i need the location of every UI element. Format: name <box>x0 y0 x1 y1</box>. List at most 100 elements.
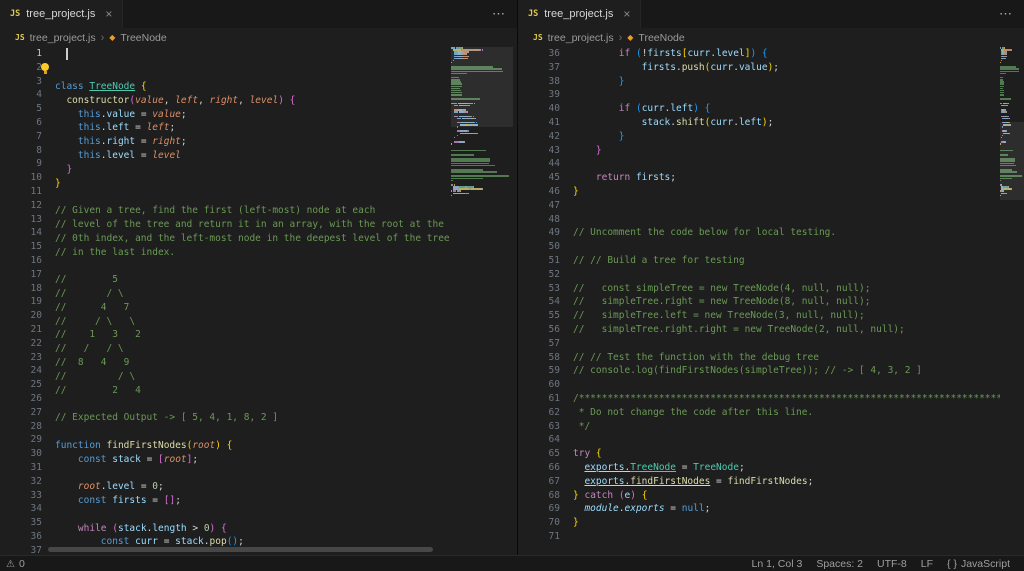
code-line[interactable]: function findFirstNodes(root) { <box>55 439 517 453</box>
code-line[interactable]: // Uncomment the code below for local te… <box>573 226 1024 240</box>
line-number[interactable]: 33 <box>0 489 42 503</box>
indentation-indicator[interactable]: Spaces: 2 <box>816 558 863 570</box>
breadcrumb-symbol[interactable]: TreeNode <box>120 32 166 44</box>
line-number[interactable]: 40 <box>518 102 560 116</box>
code-line[interactable]: firsts.push(curr.value); <box>573 61 1024 75</box>
code-line[interactable]: // / \ <box>55 370 517 384</box>
code-line[interactable] <box>55 425 517 439</box>
line-number[interactable]: 11 <box>0 185 42 199</box>
line-number[interactable]: 28 <box>0 420 42 434</box>
line-number[interactable]: 16 <box>0 254 42 268</box>
breadcrumb-file[interactable]: tree_project.js <box>548 32 614 44</box>
line-number[interactable]: 32 <box>0 475 42 489</box>
line-number[interactable]: 18 <box>0 282 42 296</box>
line-number[interactable]: 30 <box>0 447 42 461</box>
line-number[interactable]: 13 <box>0 213 42 227</box>
tab-tree-project-js[interactable]: JS tree_project.js × <box>518 0 642 28</box>
line-number[interactable]: 67 <box>518 475 560 489</box>
line-number[interactable]: 19 <box>0 295 42 309</box>
code-line[interactable]: } <box>573 516 1024 530</box>
line-number[interactable]: 54 <box>518 295 560 309</box>
code-line[interactable]: return firsts; <box>573 171 1024 185</box>
line-number[interactable]: 38 <box>518 75 560 89</box>
line-number[interactable]: 60 <box>518 378 560 392</box>
line-number[interactable]: 65 <box>518 447 560 461</box>
cursor-position-indicator[interactable]: Ln 1, Col 3 <box>752 558 803 570</box>
line-number[interactable]: 42 <box>518 130 560 144</box>
line-number[interactable]: 2 <box>0 61 42 75</box>
minimap[interactable] <box>451 47 513 555</box>
line-number[interactable]: 41 <box>518 116 560 130</box>
code-line[interactable]: // 8 4 9 <box>55 356 517 370</box>
code-editor[interactable]: 1 2 3 4 5 6 7 8 9 10 11 12 13 14 15 16 17 18 19 20 21 22 23 24 2… <box>0 47 517 555</box>
line-number[interactable]: 8 <box>0 144 42 158</box>
code-action-lightbulb-icon[interactable] <box>41 63 49 74</box>
line-number[interactable]: 51 <box>518 254 560 268</box>
code-line[interactable]: * Do not change the code after this line… <box>573 406 1024 420</box>
line-number[interactable]: 23 <box>0 351 42 365</box>
code-line[interactable]: module.exports = null; <box>573 502 1024 516</box>
line-number[interactable]: 31 <box>0 461 42 475</box>
code-line[interactable]: while (stack.length > 0) { <box>55 522 517 536</box>
code-line[interactable]: const stack = [root]; <box>55 453 517 467</box>
minimap-viewport[interactable] <box>1000 122 1024 200</box>
code-line[interactable]: class TreeNode { <box>55 80 517 94</box>
line-number[interactable]: 44 <box>518 157 560 171</box>
code-line[interactable]: // // Test the function with the debug t… <box>573 351 1024 365</box>
line-number[interactable]: 10 <box>0 171 42 185</box>
code-line[interactable] <box>573 268 1024 282</box>
line-number[interactable]: 39 <box>518 88 560 102</box>
line-number[interactable]: 3 <box>0 75 42 89</box>
code-line[interactable] <box>55 190 517 204</box>
encoding-indicator[interactable]: UTF-8 <box>877 558 907 570</box>
line-number[interactable]: 49 <box>518 226 560 240</box>
code-line[interactable]: // simpleTree.right = new TreeNode(8, nu… <box>573 295 1024 309</box>
line-number[interactable]: 25 <box>0 378 42 392</box>
code-line[interactable]: } <box>573 130 1024 144</box>
language-mode-indicator[interactable]: { } JavaScript <box>947 558 1010 570</box>
code-line[interactable] <box>55 397 517 411</box>
code-line[interactable]: // in the last index. <box>55 246 517 260</box>
code-line[interactable]: exports.TreeNode = TreeNode; <box>573 461 1024 475</box>
line-number[interactable]: 7 <box>0 130 42 144</box>
code-line[interactable]: if (!firsts[curr.level]) { <box>573 47 1024 61</box>
line-number[interactable]: 6 <box>0 116 42 130</box>
code-line[interactable]: // // Build a tree for testing <box>573 254 1024 268</box>
code-line[interactable]: // Given a tree, find the first (left-mo… <box>55 204 517 218</box>
line-number[interactable]: 14 <box>0 226 42 240</box>
line-number[interactable]: 63 <box>518 420 560 434</box>
code-line[interactable]: } <box>55 163 517 177</box>
problems-indicator[interactable]: ⚠ 0 <box>6 558 25 570</box>
line-number[interactable]: 58 <box>518 351 560 365</box>
line-number[interactable]: 68 <box>518 489 560 503</box>
code-line[interactable]: // 1 3 2 <box>55 328 517 342</box>
code-line[interactable]: if (curr.left) { <box>573 102 1024 116</box>
more-actions-icon[interactable]: ⋯ <box>480 6 517 22</box>
code-line[interactable]: stack.shift(curr.left); <box>573 116 1024 130</box>
close-tab-icon[interactable]: × <box>105 7 112 21</box>
code-line[interactable]: } <box>573 144 1024 158</box>
line-number[interactable]: 47 <box>518 199 560 213</box>
line-number[interactable]: 37 <box>0 544 42 555</box>
line-number[interactable]: 35 <box>0 516 42 530</box>
line-number[interactable]: 52 <box>518 268 560 282</box>
minimap-viewport[interactable] <box>451 47 513 127</box>
line-number[interactable]: 29 <box>0 433 42 447</box>
line-number[interactable]: 71 <box>518 530 560 544</box>
code-line[interactable] <box>573 530 1024 544</box>
code-line[interactable]: */ <box>573 420 1024 434</box>
code-line[interactable]: const firsts = []; <box>55 494 517 508</box>
line-number[interactable]: 27 <box>0 406 42 420</box>
line-number[interactable]: 36 <box>518 47 560 61</box>
horizontal-scrollbar[interactable] <box>48 547 433 552</box>
line-number[interactable]: 26 <box>0 392 42 406</box>
code-line[interactable]: // / \ \ <box>55 315 517 329</box>
line-number[interactable]: 61 <box>518 392 560 406</box>
code-line[interactable]: /***************************************… <box>573 392 1024 406</box>
code-line[interactable]: } <box>573 75 1024 89</box>
breadcrumb-symbol[interactable]: TreeNode <box>638 32 684 44</box>
line-number[interactable]: 62 <box>518 406 560 420</box>
line-number[interactable]: 17 <box>0 268 42 282</box>
line-number[interactable]: 12 <box>0 199 42 213</box>
line-number[interactable]: 43 <box>518 144 560 158</box>
